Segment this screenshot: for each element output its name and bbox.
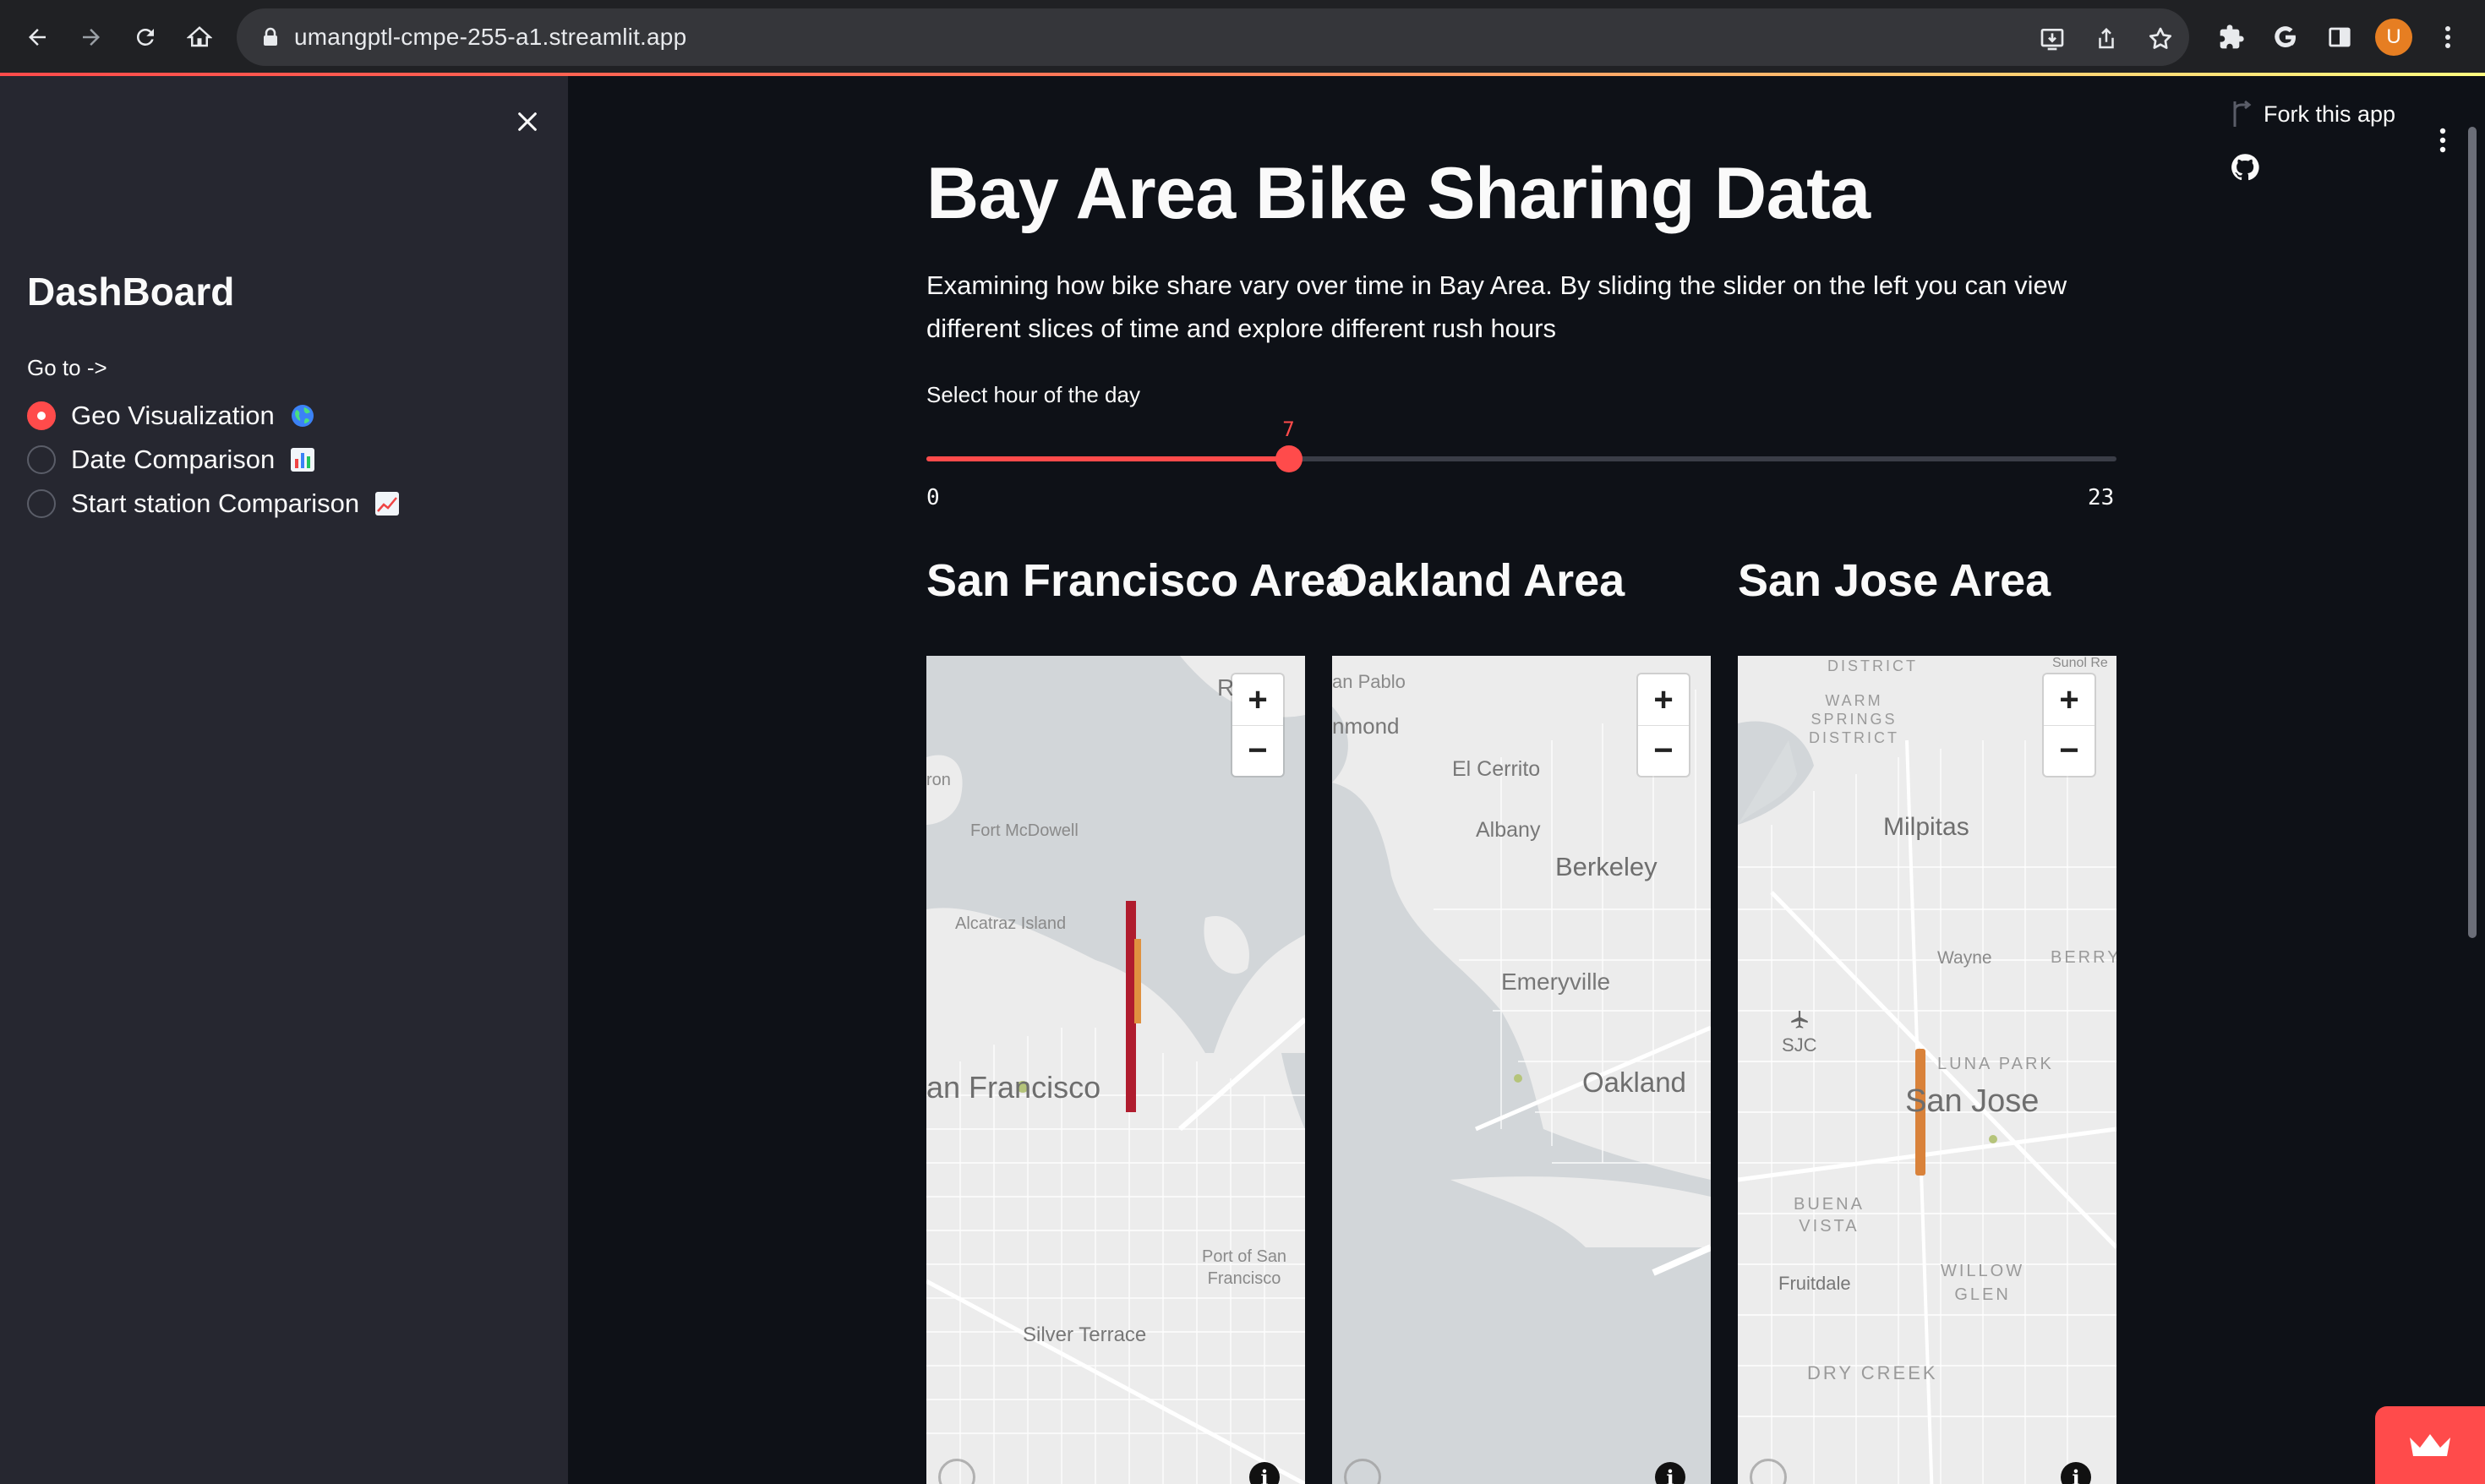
streamlit-crown-badge[interactable] <box>2375 1406 2485 1484</box>
map-label-richmond: nmond <box>1332 713 1400 739</box>
hour-slider-track[interactable]: 7 <box>926 417 2116 472</box>
scrollbar-thumb[interactable] <box>2468 127 2477 938</box>
map-label-fort-mcdowell: Fort McDowell <box>970 821 1079 840</box>
map-label-san-francisco: an Francisco <box>926 1070 1101 1105</box>
map-zoom-control: + − <box>1232 674 1283 776</box>
fork-app-button[interactable]: Fork this app <box>2230 100 2395 128</box>
map-label-sunol: Sunol Re <box>2052 656 2108 670</box>
area-title-oakland: Oakland Area <box>1332 555 1625 606</box>
zoom-out-button[interactable]: − <box>2044 725 2094 776</box>
browser-menu-icon[interactable] <box>2429 19 2466 56</box>
zoom-in-button[interactable]: + <box>1232 674 1283 725</box>
page-title: Bay Area Bike Sharing Data <box>926 153 1871 234</box>
fork-label: Fork this app <box>2264 101 2396 127</box>
zoom-out-button[interactable]: − <box>1232 725 1283 776</box>
bar-chart-icon <box>290 447 315 472</box>
map-basemap <box>1738 656 2116 1484</box>
radio-option-label: Start station Comparison <box>71 488 360 518</box>
map-label-port-of-sf: Port of San Francisco <box>1202 1247 1287 1288</box>
share-icon[interactable] <box>2091 24 2122 54</box>
radio-option-date-comparison[interactable]: Date Comparison <box>27 445 315 475</box>
lock-icon <box>262 27 279 47</box>
map-label-san-pablo: an Pablo <box>1332 671 1406 692</box>
radio-option-geo-visualization[interactable]: Geo Visualization <box>27 401 315 431</box>
google-extension-icon[interactable] <box>2267 19 2304 56</box>
globe-icon <box>290 403 315 428</box>
extensions-puzzle-icon[interactable] <box>2213 19 2250 56</box>
map-zoom-control: + − <box>1638 674 1689 776</box>
map-label-sjc: SJC <box>1782 1034 1817 1056</box>
slider-min-label: 0 <box>926 485 940 510</box>
radio-button[interactable] <box>27 445 56 474</box>
map-label-san-jose: San Jose <box>1905 1083 2040 1119</box>
slider-label: Select hour of the day <box>926 382 1140 407</box>
address-bar[interactable]: umangptl-cmpe-255-a1.streamlit.app <box>237 8 2189 66</box>
reload-icon[interactable] <box>125 17 166 57</box>
radio-button-selected[interactable] <box>27 401 56 430</box>
app-menu-icon[interactable] <box>2439 127 2446 154</box>
map-label-silver-terrace: Silver Terrace <box>1023 1323 1147 1346</box>
map-san-francisco[interactable]: Rı o ron Fort McDowell Alcatraz Island a… <box>926 656 1305 1484</box>
zoom-in-button[interactable]: + <box>1638 674 1689 725</box>
map-label-alcatraz: Alcatraz Island <box>955 914 1067 933</box>
zoom-out-button[interactable]: − <box>1638 725 1689 776</box>
trend-chart-icon <box>374 491 400 516</box>
radio-group-label: Go to -> <box>27 355 107 380</box>
side-panel-icon[interactable] <box>2321 19 2358 56</box>
github-icon[interactable] <box>2230 152 2260 183</box>
map-label-berryessa: BERRYE <box>2051 948 2116 967</box>
radio-option-label: Geo Visualization <box>71 401 275 430</box>
map-zoom-control: + − <box>2044 674 2094 776</box>
radio-button[interactable] <box>27 489 56 518</box>
map-label-willow-glen: WILLOW GLEN <box>1941 1262 2025 1304</box>
home-icon[interactable] <box>179 17 220 57</box>
map-label-fruitdale: Fruitdale <box>1778 1273 1851 1294</box>
map-label-emeryville: Emeryville <box>1501 968 1611 995</box>
area-title-san-francisco: San Francisco Area <box>926 555 1352 606</box>
sidebar-title: DashBoard <box>27 270 235 314</box>
close-sidebar-icon[interactable] <box>511 105 544 139</box>
install-app-icon[interactable] <box>2037 24 2067 54</box>
map-label-fragment: ron <box>926 771 951 789</box>
bookmark-star-icon[interactable] <box>2145 24 2176 54</box>
hour-slider-thumb[interactable] <box>1275 445 1303 472</box>
map-label-dry-creek: DRY CREEK <box>1807 1362 1938 1383</box>
zoom-in-button[interactable]: + <box>2044 674 2094 725</box>
map-label-buena-vista: BUENA VISTA <box>1794 1195 1865 1236</box>
radio-option-start-station-comparison[interactable]: Start station Comparison <box>27 488 400 519</box>
map-label-oakland: Oakland <box>1582 1067 1686 1098</box>
forward-arrow-icon[interactable] <box>71 17 112 57</box>
sidebar: DashBoard Go to -> Geo Visualization Dat… <box>0 76 568 1484</box>
hour-slider-value: 7 <box>1282 417 1295 441</box>
url-text: umangptl-cmpe-255-a1.streamlit.app <box>294 24 687 50</box>
crown-icon <box>2407 1431 2453 1459</box>
area-title-san-jose: San Jose Area <box>1738 555 2051 606</box>
hour-slider-fill <box>926 456 1289 461</box>
map-label-wayne: Wayne <box>1937 948 1992 968</box>
radio-option-label: Date Comparison <box>71 445 276 474</box>
map-label-milpitas: Milpitas <box>1883 813 1969 841</box>
map-label-warm-springs: WARM SPRINGS DISTRICT <box>1809 692 1899 746</box>
map-oakland[interactable]: an Pablo nmond El Cerrito Albany Berkele… <box>1332 656 1711 1484</box>
map-san-jose[interactable]: DISTRICT WARM SPRINGS DISTRICT Sunol Re Mi… <box>1738 656 2116 1484</box>
map-label-berkeley: Berkeley <box>1555 852 1658 881</box>
slider-max-label: 23 <box>2088 485 2115 510</box>
profile-avatar[interactable]: U <box>2375 19 2412 56</box>
map-label-el-cerrito: El Cerrito <box>1452 757 1541 781</box>
main-content: Fork this app Bay Area Bike Sharing Data… <box>568 76 2485 1484</box>
map-label-luna-park: LUNA PARK <box>1937 1055 2054 1073</box>
map-label-district: DISTRICT <box>1827 657 1918 674</box>
page-description: Examining how bike share vary over time … <box>926 270 2067 343</box>
map-label-albany: Albany <box>1476 818 1541 842</box>
fork-icon <box>2230 100 2252 128</box>
browser-chrome: umangptl-cmpe-255-a1.streamlit.app U <box>0 0 2485 76</box>
back-arrow-icon[interactable] <box>17 17 57 57</box>
airport-icon <box>1789 1009 1810 1031</box>
